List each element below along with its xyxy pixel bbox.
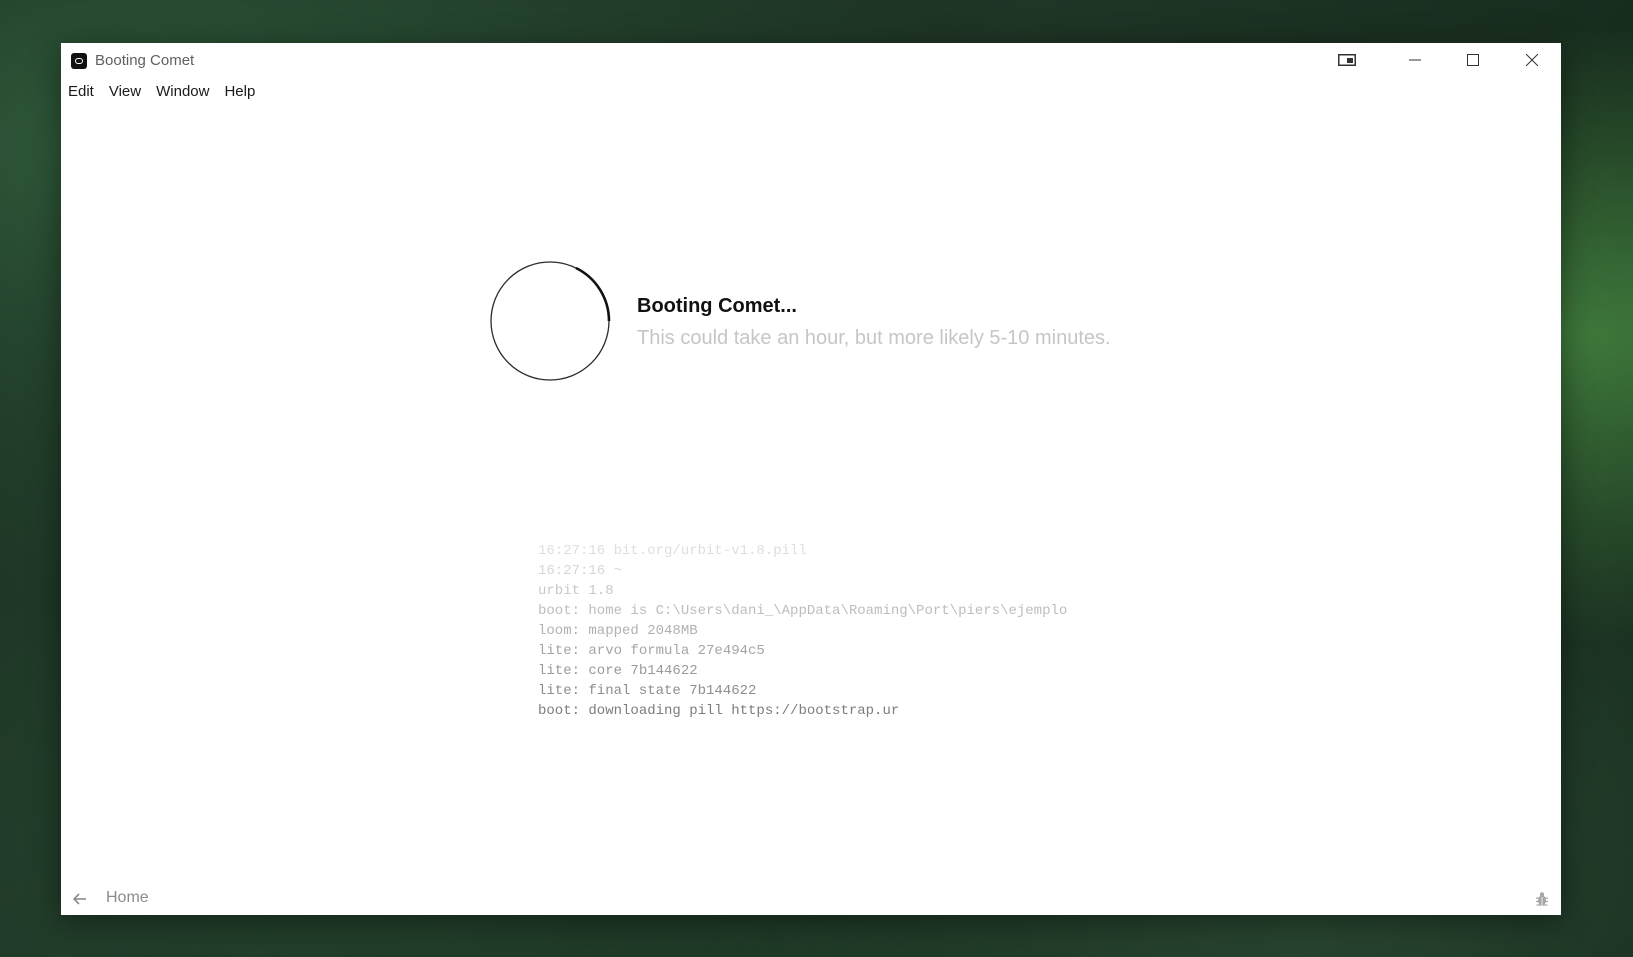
boot-log: 16:27:16 bit.org/urbit-v1.8.pill 16:27:16…: [538, 541, 1067, 721]
app-window: Booting Comet Edit View Window Help Boot…: [61, 43, 1561, 915]
pip-icon: [1338, 54, 1356, 66]
comet-app-icon: [71, 53, 87, 69]
minimize-icon: [1409, 59, 1421, 61]
menu-window[interactable]: Window: [156, 83, 209, 105]
maximize-icon: [1467, 54, 1479, 66]
log-line: lite: core 7b144622: [538, 663, 698, 679]
maximize-button[interactable]: [1444, 43, 1502, 77]
minimize-button[interactable]: [1386, 43, 1444, 77]
window-title: Booting Comet: [95, 52, 195, 69]
log-line: 16:27:16 ~: [538, 563, 623, 579]
title-bar[interactable]: Booting Comet: [61, 43, 1561, 77]
loading-spinner-icon: [490, 261, 611, 381]
log-line: boot: downloading pill https://bootstrap…: [538, 703, 900, 719]
menu-help[interactable]: Help: [224, 83, 255, 105]
log-line: loom: mapped 2048MB: [538, 623, 698, 639]
back-button[interactable]: [72, 892, 87, 910]
close-button[interactable]: [1503, 43, 1561, 77]
log-line: lite: arvo formula 27e494c5: [538, 643, 765, 659]
menu-bar: Edit View Window Help: [68, 83, 270, 105]
status-bar: Home: [61, 881, 1561, 915]
arrow-left-icon: [72, 893, 86, 905]
boot-panel: Booting Comet... This could take an hour…: [488, 259, 1188, 381]
menu-view[interactable]: View: [109, 83, 141, 105]
menu-edit[interactable]: Edit: [68, 83, 94, 105]
log-line: urbit 1.8: [538, 583, 614, 599]
close-icon: [1526, 54, 1538, 66]
picture-in-picture-button[interactable]: [1325, 43, 1369, 77]
home-link[interactable]: Home: [106, 889, 149, 907]
boot-title: Booting Comet...: [637, 295, 797, 317]
report-bug-button[interactable]: [1535, 891, 1549, 912]
log-line: lite: final state 7b144622: [538, 683, 757, 699]
bug-icon: [1536, 892, 1548, 906]
log-line: boot: home is C:\Users\dani_\AppData\Roa…: [538, 603, 1068, 619]
boot-subtitle: This could take an hour, but more likely…: [637, 327, 1111, 349]
log-line: 16:27:16 bit.org/urbit-v1.8.pill: [538, 543, 807, 559]
